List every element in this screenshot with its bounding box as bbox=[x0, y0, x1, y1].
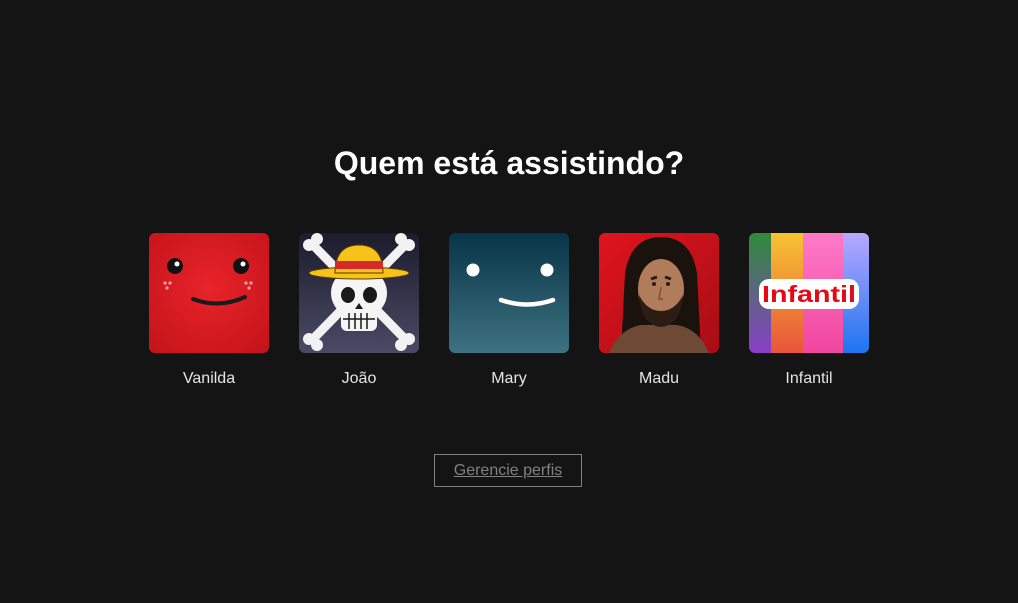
profile-joao[interactable]: João bbox=[299, 233, 419, 389]
kids-avatar-label: Infantil bbox=[762, 281, 856, 307]
red-smiley-avatar-icon[interactable] bbox=[149, 233, 269, 353]
manage-profiles-button[interactable]: Gerencie perfis bbox=[434, 454, 582, 487]
profile-name: Madu bbox=[638, 370, 680, 387]
teal-smiley-avatar-icon[interactable] bbox=[449, 233, 569, 353]
profile-name: João bbox=[341, 370, 377, 387]
profile-name: Infantil bbox=[785, 370, 833, 387]
profile-list: Vanilda João Mary Madu Infantil Infantil bbox=[149, 233, 869, 393]
profile-selection-page: Quem está assistindo? Vanilda João Mary … bbox=[0, 0, 1018, 603]
profile-vanilda[interactable]: Vanilda bbox=[149, 233, 269, 389]
profile-name: Mary bbox=[491, 370, 527, 387]
profile-infantil[interactable]: Infantil Infantil bbox=[749, 233, 869, 389]
wrestler-photo-avatar[interactable] bbox=[599, 233, 719, 353]
kids-rainbow-avatar-icon[interactable]: Infantil bbox=[749, 233, 869, 353]
profile-mary[interactable]: Mary bbox=[449, 233, 569, 389]
page-title: Quem está assistindo? bbox=[333, 145, 685, 181]
straw-hat-skull-avatar-icon[interactable] bbox=[299, 233, 419, 353]
profile-madu[interactable]: Madu bbox=[599, 233, 719, 389]
profile-name: Vanilda bbox=[182, 370, 236, 387]
